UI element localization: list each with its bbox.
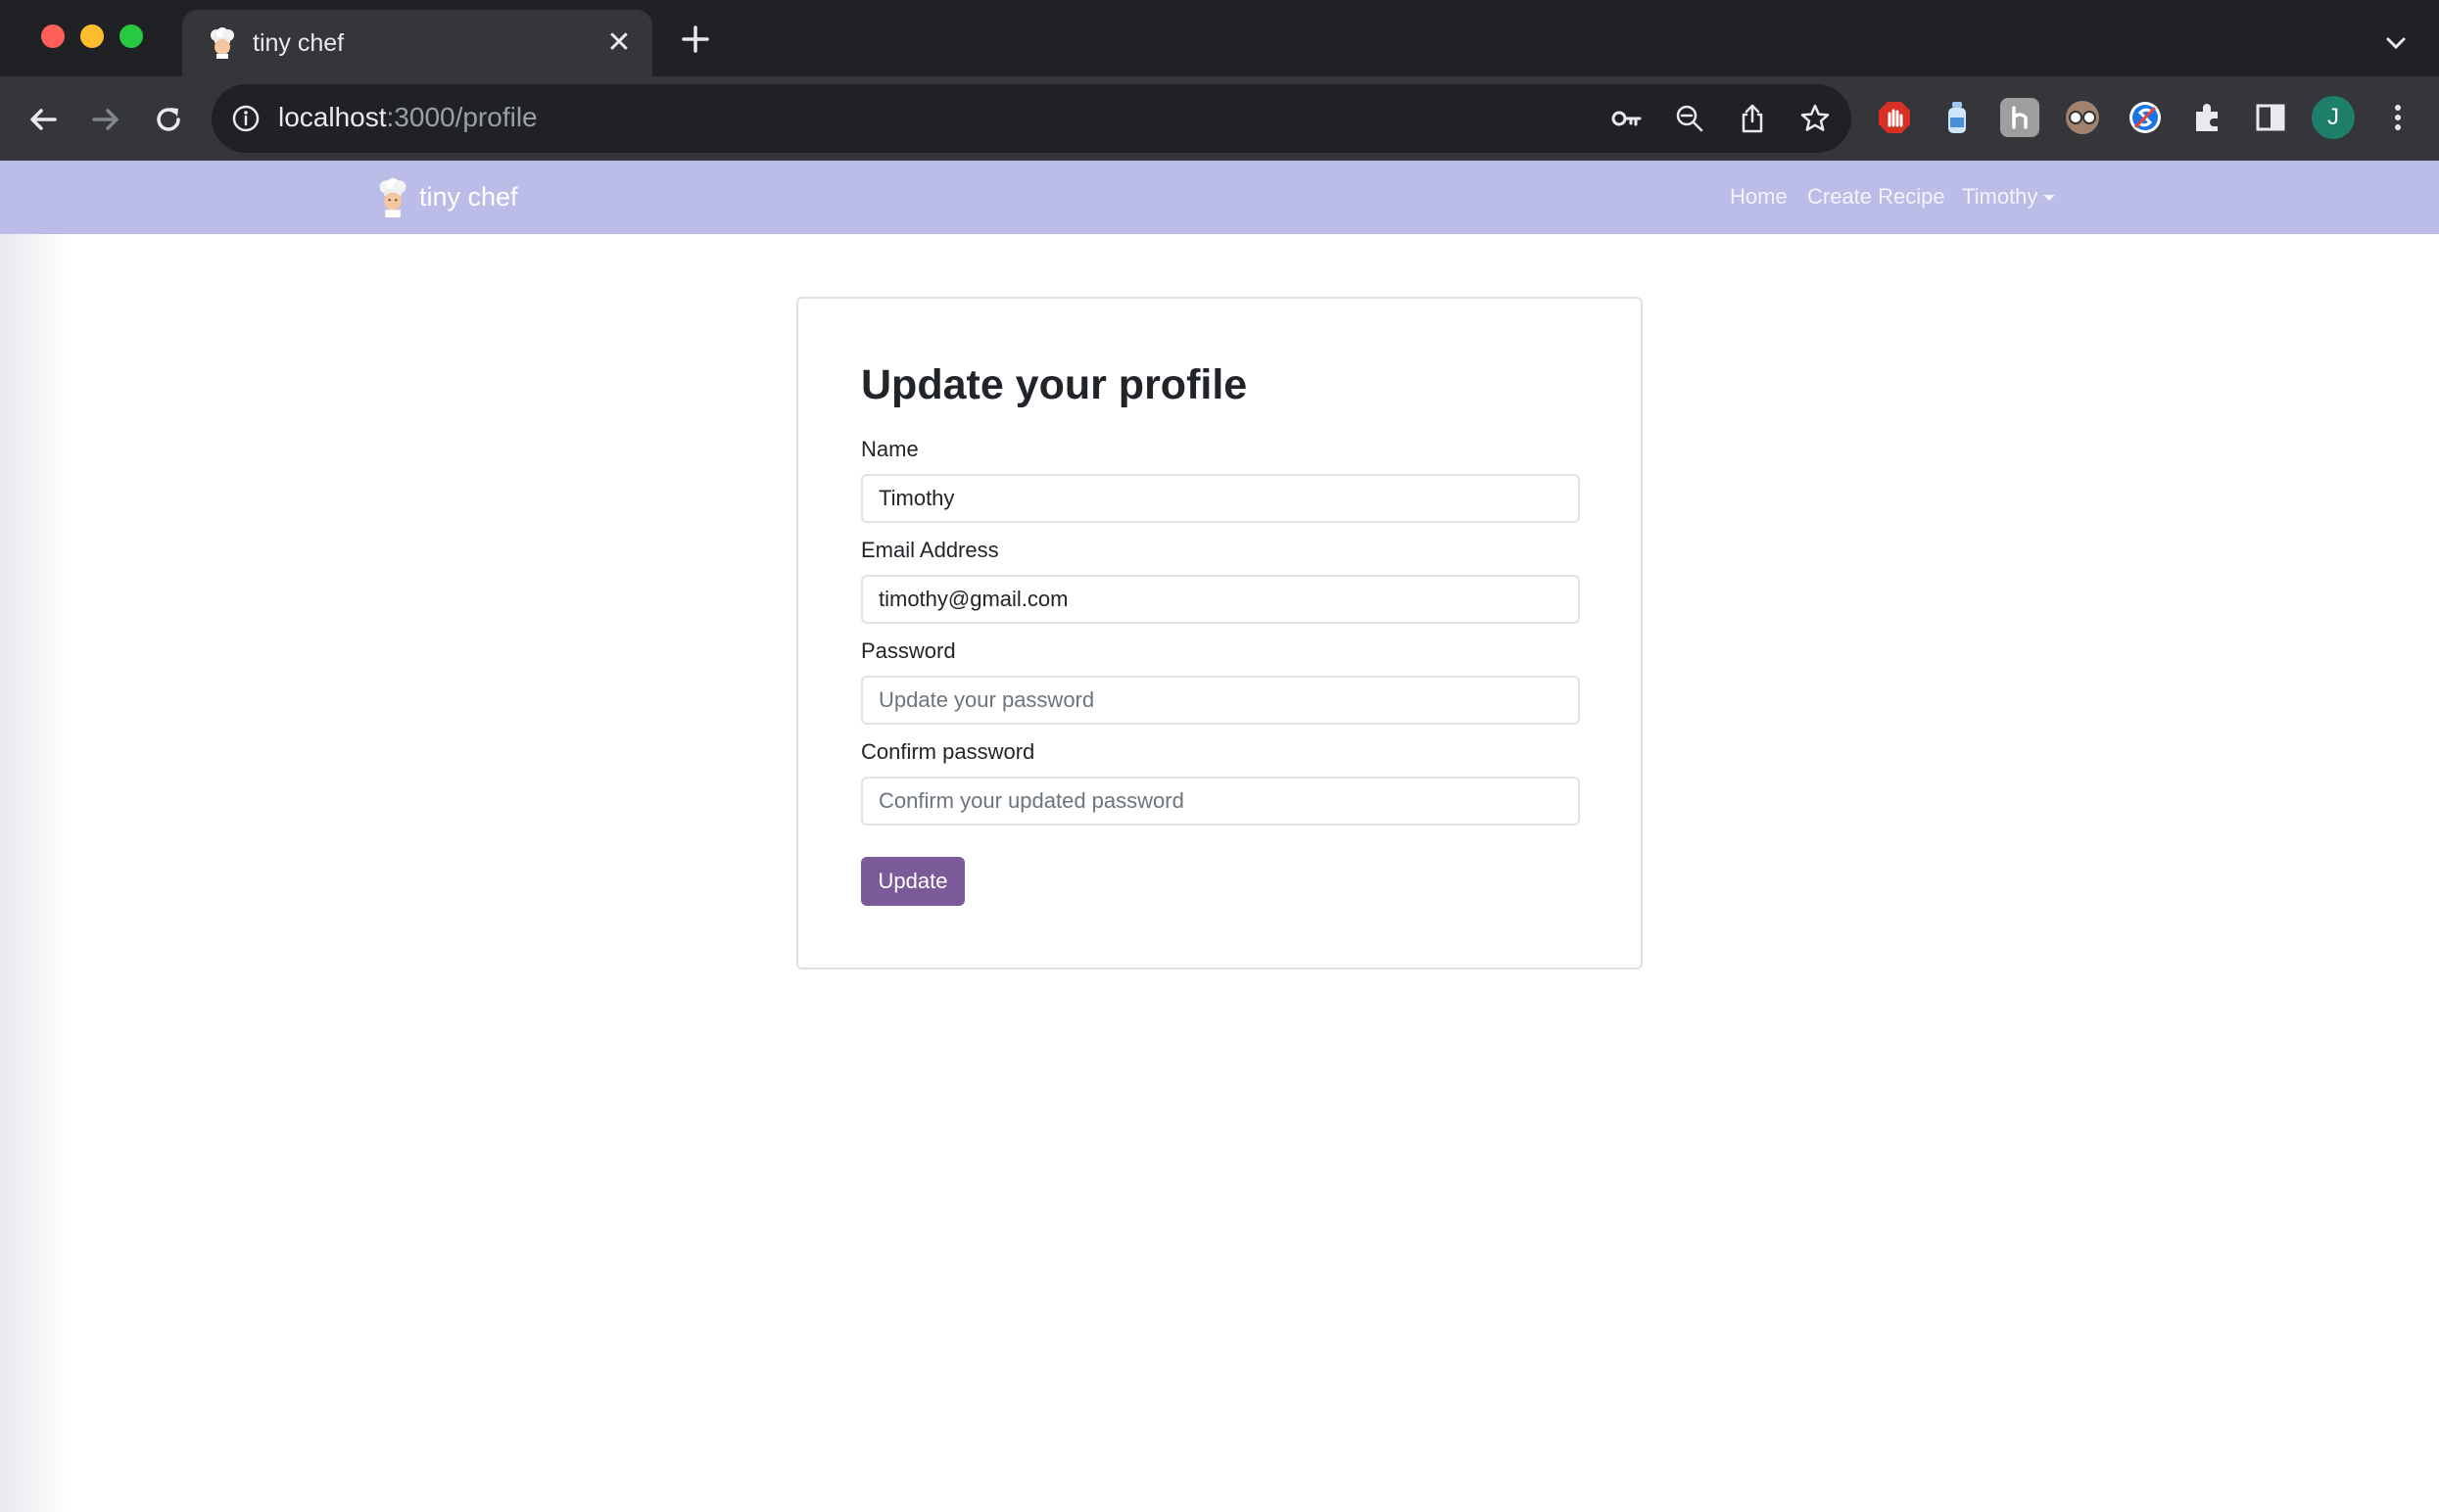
url-host: localhost xyxy=(278,102,387,132)
password-label: Password xyxy=(861,638,956,663)
forward-icon[interactable] xyxy=(84,98,127,141)
address-bar[interactable]: localhost:3000/profile xyxy=(212,84,1851,153)
profile-avatar[interactable]: J xyxy=(2312,96,2355,139)
adblock-extension-icon[interactable] xyxy=(1875,98,1914,137)
url-text: localhost:3000/profile xyxy=(278,102,538,133)
url-path: :3000/profile xyxy=(386,102,538,132)
user-menu-label: Timothy xyxy=(1962,184,2038,209)
site-navbar: tiny chef Home Create Recipe Timothy xyxy=(0,161,2439,234)
close-window-button[interactable] xyxy=(41,24,65,48)
page-title: Update your profile xyxy=(861,361,1248,408)
caret-down-icon xyxy=(2043,195,2056,202)
reload-icon[interactable] xyxy=(147,98,190,141)
kebab-menu-icon[interactable] xyxy=(2378,98,2417,137)
tab-title: tiny chef xyxy=(253,29,345,57)
s-extension-icon[interactable] xyxy=(2126,98,2165,137)
h-extension-icon[interactable] xyxy=(2000,98,2039,137)
maximize-window-button[interactable] xyxy=(120,24,143,48)
chef-icon xyxy=(379,178,406,217)
brand-name: tiny chef xyxy=(419,182,518,212)
glasses-extension-icon[interactable] xyxy=(2063,98,2102,137)
new-tab-icon[interactable] xyxy=(680,24,711,55)
confirm-password-label: Confirm password xyxy=(861,739,1035,764)
minimize-window-button[interactable] xyxy=(80,24,104,48)
puzzle-icon[interactable] xyxy=(2188,98,2227,137)
email-label: Email Address xyxy=(861,538,999,562)
page-edge-shadow xyxy=(0,234,71,1512)
nav-create-recipe-link[interactable]: Create Recipe xyxy=(1807,184,1945,210)
sidepanel-icon[interactable] xyxy=(2251,98,2290,137)
tab-close-icon[interactable]: ✕ xyxy=(603,27,635,59)
browser-tab[interactable]: tiny chef ✕ xyxy=(182,10,652,76)
browser-tabstrip: tiny chef ✕ xyxy=(0,0,2439,76)
key-icon[interactable] xyxy=(1610,102,1644,135)
name-input[interactable] xyxy=(861,474,1580,523)
email-input[interactable] xyxy=(861,575,1580,624)
zoom-out-icon[interactable] xyxy=(1673,102,1706,135)
browser-toolbar: localhost:3000/profile J xyxy=(0,76,2439,161)
bottle-extension-icon[interactable] xyxy=(1937,98,1977,137)
profile-form-card: Update your profile Name Email Address P… xyxy=(796,297,1643,969)
password-input[interactable] xyxy=(861,676,1580,725)
share-icon[interactable] xyxy=(1736,102,1769,135)
info-icon[interactable] xyxy=(231,104,261,133)
name-label: Name xyxy=(861,437,919,461)
update-button[interactable]: Update xyxy=(861,857,965,906)
nav-home-link[interactable]: Home xyxy=(1730,184,1788,210)
back-icon[interactable] xyxy=(22,98,65,141)
user-menu-dropdown[interactable]: Timothy xyxy=(1962,184,2056,210)
chef-icon xyxy=(211,27,234,59)
chevron-down-icon[interactable] xyxy=(2378,25,2414,61)
star-icon[interactable] xyxy=(1798,102,1832,135)
confirm-password-input[interactable] xyxy=(861,777,1580,826)
